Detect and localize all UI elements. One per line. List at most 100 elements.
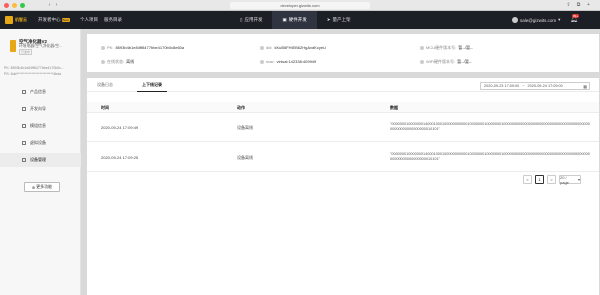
info-status-value: 离线 bbox=[126, 59, 135, 64]
product-icon bbox=[10, 40, 16, 52]
column-time: 时间 bbox=[101, 105, 109, 110]
sidebar-menu: 产品信息 开发向导 模组信息 虚拟设备 设备管理 bbox=[0, 85, 81, 170]
prev-page-button[interactable]: < bbox=[523, 175, 532, 184]
logo[interactable]: 机智云 bbox=[5, 15, 35, 25]
logo-text: 机智云 bbox=[15, 17, 27, 22]
notification-badge: 99+ bbox=[572, 14, 580, 18]
column-data: 数据 bbox=[390, 105, 398, 110]
info-status-label: 在线状态: bbox=[107, 59, 125, 64]
sidebar-item-label: 模组信息 bbox=[30, 123, 46, 128]
info-pk-label: PK: bbox=[107, 45, 114, 50]
date-range-picker[interactable]: 2020-09-23 17:09:00 ~ 2020-09-24 17:09:0… bbox=[480, 82, 590, 90]
forward-icon[interactable]: › bbox=[53, 2, 60, 9]
table-row: 2020-09-24 17:09:49 设备离线 "00000001000000… bbox=[87, 113, 599, 142]
mac-icon bbox=[260, 59, 264, 64]
info-did-value: kKuB5FHiEB62HgAvdKcyeU bbox=[274, 45, 326, 50]
row-action: 设备离线 bbox=[237, 155, 253, 160]
beta-badge: Beta bbox=[61, 18, 70, 22]
sidebar-item-virtual-device[interactable]: 虚拟设备 bbox=[0, 136, 81, 150]
tab-mass-production[interactable]: ➤ 量产上架 bbox=[317, 11, 361, 29]
date-start: 2020-09-23 17:09:00 bbox=[484, 83, 520, 88]
table-header: 时间 动作 数据 bbox=[87, 102, 599, 113]
minimize-window-button[interactable] bbox=[12, 3, 17, 8]
chevron-down-icon: ▾ bbox=[577, 177, 580, 182]
sidebar-ps-value: 6dd***************************4bda bbox=[10, 72, 62, 76]
sidebar-item-label: 开发向导 bbox=[30, 106, 46, 111]
sidebar-item-dev-guide[interactable]: 开发向导 bbox=[0, 102, 81, 116]
share-icon[interactable]: ⇪ bbox=[565, 2, 572, 9]
info-did: did: kKuB5FHiEB62HgAvdKcyeU bbox=[260, 45, 326, 50]
sidebar-item-module-info[interactable]: 模组信息 bbox=[0, 119, 81, 133]
info-wifi: WiFi硬件版本号: 暂--/暂-- bbox=[420, 59, 472, 65]
app-header: 机智云 开发者中心 Beta 个人项目 服务目录 ▯ 应用开发 ▣ 硬件开发 ➤ 量产上… bbox=[0, 11, 600, 29]
sidebar-ps: PS: 6dd***************************4bda bbox=[4, 72, 61, 76]
status-icon bbox=[101, 60, 105, 64]
page-size-value: 20 / page bbox=[560, 174, 569, 185]
row-data: "000000010000000140001000100000000000100… bbox=[390, 152, 590, 161]
chevron-down-icon: ▾ bbox=[558, 17, 561, 22]
close-window-button[interactable] bbox=[4, 3, 9, 8]
new-tab-icon[interactable]: + bbox=[585, 2, 592, 9]
sidebar: 空气净化器V2 环境电器/空气净化器/空... 已发布 PK: 8593b4b1… bbox=[0, 29, 81, 295]
table-row: 2020-09-24 17:09:25 设备离线 "00000001000000… bbox=[87, 143, 599, 172]
nav-left: 个人项目 服务目录 bbox=[80, 17, 122, 23]
row-time: 2020-09-24 17:09:25 bbox=[101, 155, 139, 160]
sidebar-pk: PK: 8593b4b1e84ff8477bbe4170b0c... bbox=[4, 66, 64, 70]
page-size-select[interactable]: 20 / page ▾ bbox=[559, 174, 581, 185]
tab-hardware-dev[interactable]: ▣ 硬件开发 bbox=[272, 11, 317, 29]
page-1-button[interactable]: 1 bbox=[535, 175, 544, 184]
guide-icon bbox=[22, 107, 26, 111]
row-time: 2020-09-24 17:09:49 bbox=[101, 125, 139, 130]
user-menu[interactable]: sale@gizwits.com ▾ bbox=[512, 17, 560, 23]
tab-device-logs[interactable]: 设备日志 bbox=[97, 82, 113, 88]
mcu-icon bbox=[420, 46, 424, 50]
dev-center-title[interactable]: 开发者中心 Beta bbox=[38, 17, 70, 23]
tab-app-dev[interactable]: ▯ 应用开发 bbox=[230, 11, 272, 29]
browser-chrome: ‹ › developer.gizwits.com ⇪ ⧉ + bbox=[0, 0, 600, 11]
maximize-window-button[interactable] bbox=[20, 3, 25, 8]
info-did-label: did: bbox=[266, 45, 273, 50]
info-status: 在线状态: 离线 bbox=[101, 59, 134, 65]
more-features-button[interactable]: ⊕ 更多功能 bbox=[24, 182, 60, 192]
tabs-icon[interactable]: ⧉ bbox=[575, 2, 582, 9]
tab-app-dev-label: 应用开发 bbox=[244, 17, 263, 22]
url-text: developer.gizwits.com bbox=[280, 3, 320, 8]
info-mac: mac: virtual:142338:409949 bbox=[260, 59, 316, 64]
main-nav-tabs: ▯ 应用开发 ▣ 硬件开发 ➤ 量产上架 bbox=[230, 11, 361, 29]
log-tabs: 设备日志 上下线记录 2020-09-23 17:09:00 ~ 2020-09… bbox=[87, 78, 599, 92]
phone-icon: ▯ bbox=[240, 17, 243, 22]
nav-personal-projects[interactable]: 个人项目 bbox=[80, 17, 98, 23]
back-icon[interactable]: ‹ bbox=[46, 2, 53, 9]
info-mac-label: mac: bbox=[266, 59, 275, 64]
product-status-tag: 已发布 bbox=[19, 49, 33, 55]
avatar bbox=[512, 17, 518, 23]
wifi-icon bbox=[420, 60, 424, 64]
main-content: PK: 8593b4b1e84ff8477bbe4170b0c8e60a did:… bbox=[87, 34, 599, 295]
date-separator: ~ bbox=[522, 83, 525, 88]
address-bar[interactable]: developer.gizwits.com bbox=[230, 2, 370, 9]
id-icon bbox=[260, 45, 264, 50]
module-icon bbox=[22, 124, 26, 128]
tab-mass-production-label: 量产上架 bbox=[332, 17, 351, 22]
window-controls bbox=[4, 3, 25, 8]
tab-online-records[interactable]: 上下线记录 bbox=[142, 82, 162, 88]
plus-icon: ⊕ bbox=[31, 184, 36, 190]
virtual-device-icon bbox=[22, 141, 26, 145]
sidebar-item-product-info[interactable]: 产品信息 bbox=[0, 85, 81, 99]
log-card: 设备日志 上下线记录 2020-09-23 17:09:00 ~ 2020-09… bbox=[87, 78, 599, 295]
nav-service-directory[interactable]: 服务目录 bbox=[104, 17, 122, 23]
next-page-button[interactable]: > bbox=[547, 175, 556, 184]
dev-center-label: 开发者中心 bbox=[38, 17, 61, 22]
info-wifi-label: WiFi硬件版本号: bbox=[426, 59, 456, 64]
user-email: sale@gizwits.com bbox=[520, 17, 557, 23]
sidebar-item-device-management[interactable]: 设备管理 bbox=[0, 153, 81, 167]
send-icon: ➤ bbox=[326, 17, 331, 22]
info-mac-value: virtual:142338:409949 bbox=[276, 59, 317, 64]
info-pk-value: 8593b4b1e84ff8477bbe4170b0c8e60a bbox=[115, 45, 185, 50]
device-icon bbox=[22, 158, 26, 162]
pagination: < 1 > 20 / page ▾ bbox=[523, 174, 581, 185]
info-mcu-label: MCU硬件版本号: bbox=[426, 45, 457, 50]
sidebar-pk-label: PK: bbox=[4, 66, 10, 70]
column-action: 动作 bbox=[237, 105, 245, 110]
info-pk: PK: 8593b4b1e84ff8477bbe4170b0c8e60a bbox=[101, 45, 184, 50]
